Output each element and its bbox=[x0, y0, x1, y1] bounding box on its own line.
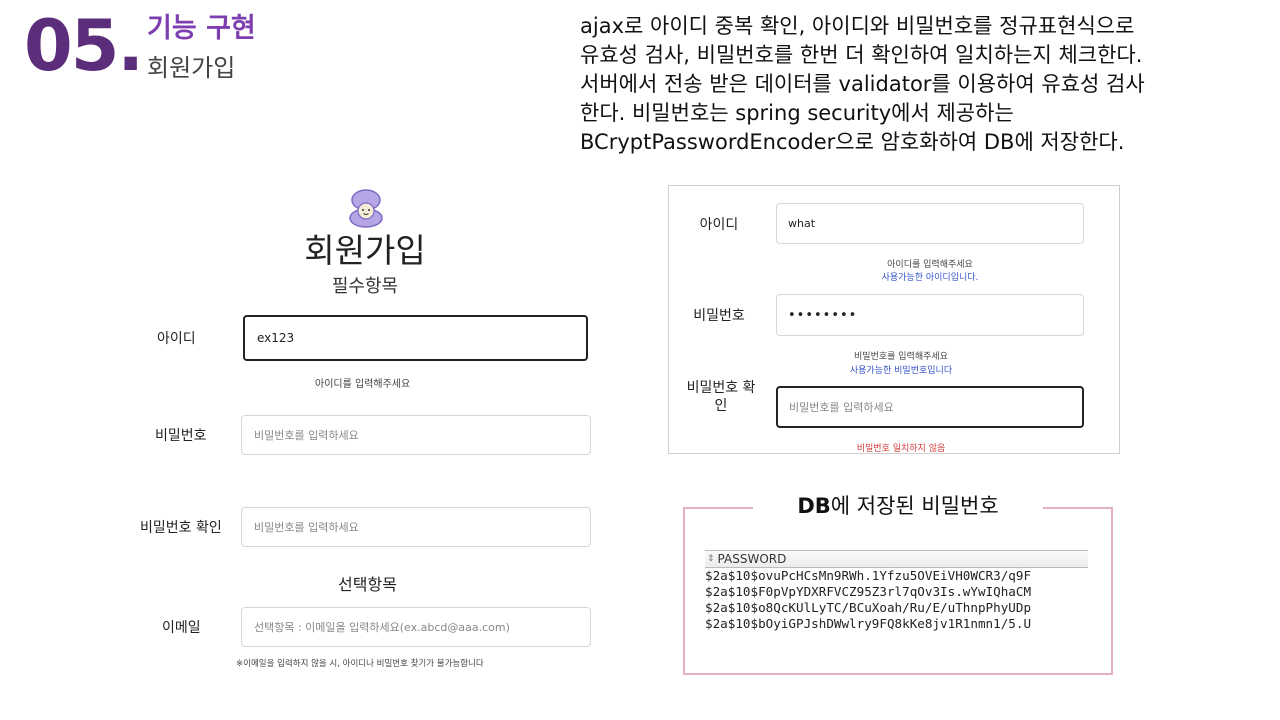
slide-number-dot: . bbox=[117, 5, 144, 87]
description-line: BCryptPasswordEncoder으로 암호화하여 DB에 저장한다. bbox=[580, 130, 1125, 154]
slide-number: 05. bbox=[24, 5, 144, 87]
description-line: ajax로 아이디 중복 확인, 아이디와 비밀번호를 정규표현식으로 bbox=[580, 14, 1135, 38]
section-title: 기능 구현 bbox=[147, 13, 256, 44]
signup-title: 회원가입 bbox=[304, 231, 426, 270]
validation-id-helper: 아이디를 입력해주세요 bbox=[887, 260, 973, 270]
validation-screenshot: 아이디 what 아이디를 입력해주세요 사용가능한 아이디입니다. 비밀번호 … bbox=[668, 185, 1120, 454]
email-label: 이메일 bbox=[162, 620, 201, 636]
db-title-bold: DB bbox=[797, 494, 831, 518]
table-row: $2a$10$o8QcKUlLyTC/BCuXoah/Ru/E/uThnpPhy… bbox=[705, 600, 1032, 615]
db-title-rest: 에 저장된 비밀번호 bbox=[830, 494, 999, 518]
validation-password-input[interactable]: •••••••• bbox=[776, 294, 1084, 336]
description-line: 유효성 검사, 비밀번호를 한번 더 확인하여 일치하는지 체크한다. bbox=[580, 43, 1143, 67]
description: ajax로 아이디 중복 확인, 아이디와 비밀번호를 정규표현식으로 유효성 … bbox=[580, 12, 1220, 157]
validation-password-helper: 비밀번호를 입력해주세요 bbox=[854, 352, 948, 362]
password-confirm-label: 비밀번호 확인 bbox=[140, 520, 222, 536]
db-box-title: DB에 저장된 비밀번호 bbox=[753, 490, 1043, 524]
validation-password-confirm-input[interactable]: 비밀번호를 입력하세요 bbox=[776, 386, 1084, 428]
db-password-table: ⇕ PASSWORD $2a$10$ovuPcHCsMn9RWh.1Yfzu5OV… bbox=[705, 550, 1088, 640]
id-helper-text: 아이디를 입력해주세요 bbox=[315, 379, 411, 390]
validation-password-confirm-label-line: 인 bbox=[714, 398, 728, 414]
description-line: 서버에서 전송 받은 데이터를 validator를 이용하여 유효성 검사 bbox=[580, 72, 1145, 96]
validation-password-ok-message: 사용가능한 비밀번호입니다 bbox=[849, 366, 953, 376]
description-line: 한다. 비밀번호는 spring security에서 제공하는 bbox=[580, 101, 1014, 125]
validation-password-label: 비밀번호 bbox=[693, 308, 745, 324]
password-input[interactable]: 비밀번호를 입력하세요 bbox=[241, 415, 591, 455]
email-input[interactable]: 선택항목 : 이메일을 입력하세요(ex.abcd@aaa.com) bbox=[241, 607, 591, 647]
id-label: 아이디 bbox=[157, 331, 196, 347]
sort-icon: ⇕ bbox=[707, 554, 715, 564]
password-confirm-input[interactable]: 비밀번호를 입력하세요 bbox=[241, 507, 591, 547]
validation-password-confirm-label-line: 비밀번호 확 bbox=[686, 380, 756, 396]
required-section-heading: 필수항목 bbox=[331, 276, 399, 297]
db-column-header[interactable]: ⇕ PASSWORD bbox=[705, 550, 1088, 568]
validation-password-confirm-label: 비밀번호 확 인 bbox=[677, 379, 765, 415]
id-input[interactable]: ex123 bbox=[243, 315, 588, 361]
validation-id-label: 아이디 bbox=[699, 217, 739, 233]
table-row: $2a$10$bOyiGPJshDWwlry9FQ8kKe8jv1R1nmn1/… bbox=[705, 616, 1032, 631]
optional-section-heading: 선택항목 bbox=[338, 575, 397, 594]
slide-number-text: 05 bbox=[24, 5, 119, 87]
validation-id-input[interactable]: what bbox=[776, 203, 1084, 244]
password-label: 비밀번호 bbox=[155, 428, 207, 444]
email-note: ※이메일을 입력하지 않을 시, 아이디나 비밀번호 찾기가 불가능합니다 bbox=[236, 659, 484, 669]
db-column-header-label: PASSWORD bbox=[717, 552, 787, 566]
validation-password-mismatch-message: 비밀번호 일치하지 않음 bbox=[856, 444, 946, 454]
table-row: $2a$10$ovuPcHCsMn9RWh.1Yfzu5OVEiVH0WCR3/… bbox=[705, 568, 1032, 583]
section-subtitle: 회원가입 bbox=[147, 54, 236, 82]
table-row: $2a$10$F0pVpYDXRFVCZ95Z3rl7qOv3Is.wYwIQh… bbox=[705, 584, 1032, 599]
validation-id-ok-message: 사용가능한 아이디입니다. bbox=[881, 273, 979, 283]
